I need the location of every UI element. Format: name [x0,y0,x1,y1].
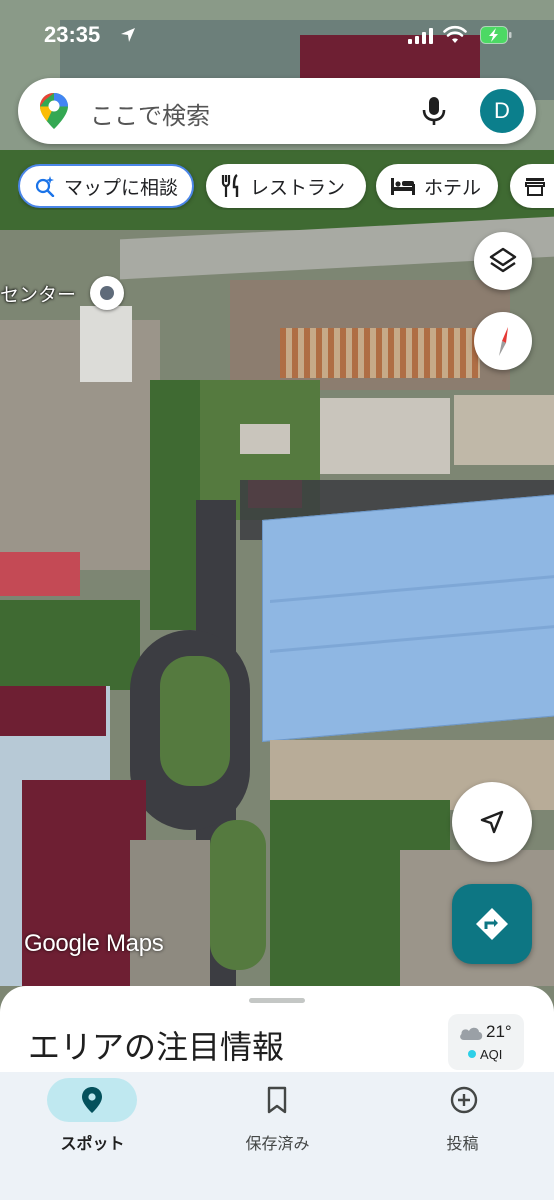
bottom-navigation: スポット 保存済み 投稿 [0,1072,554,1200]
account-avatar[interactable]: D [480,89,524,133]
directions-icon [476,908,508,940]
nav-label: 投稿 [446,1134,479,1153]
battery-charging-icon [480,26,512,44]
location-arrow-icon [121,28,135,42]
chip-label: ホテル [424,176,482,199]
sheet-title: エリアの注目情報 [28,1028,285,1066]
google-maps-logo: Google Maps [24,930,164,957]
google-maps-pin-icon [40,93,68,129]
compass-button[interactable] [474,312,532,370]
nav-label: 保存済み [245,1134,310,1153]
sheet-drag-handle[interactable] [249,998,305,1003]
chip-label: マップに相談 [64,176,179,199]
place-label[interactable]: センター [0,280,76,307]
wifi-icon [443,25,467,43]
cellular-signal-icon [408,28,433,44]
chip-more[interactable] [510,164,554,208]
bed-icon [391,178,415,195]
search-input[interactable]: ここで検索 [90,96,210,131]
chip-label: レストラン [250,176,346,199]
status-bar: 23:35 [0,0,554,72]
bookmark-icon [267,1086,287,1114]
my-location-button[interactable] [452,782,532,862]
layers-icon [489,247,517,273]
chip-hotels[interactable]: ホテル [376,164,498,208]
weather-temperature: 21° [486,1022,512,1041]
place-marker-icon[interactable] [90,276,124,310]
layers-button[interactable] [474,232,532,290]
search-bar[interactable]: ここで検索 D [18,78,536,144]
nav-saved[interactable]: 保存済み [185,1072,370,1200]
nav-contribute[interactable]: 投稿 [370,1072,554,1200]
weather-widget[interactable]: 21° AQI [448,1014,524,1070]
microphone-icon[interactable] [420,95,448,127]
aqi-label: AQI [480,1047,503,1062]
directions-button[interactable] [452,884,532,964]
cloud-icon [460,1027,483,1040]
navigation-arrow-icon [480,810,504,834]
clock: 23:35 [44,22,101,47]
category-chips: マップに相談 レストラン ホテル [18,164,554,210]
pin-icon [82,1087,102,1113]
nav-explore[interactable]: スポット [0,1072,185,1200]
add-circle-icon [450,1086,478,1114]
chip-restaurants[interactable]: レストラン [206,164,366,208]
chip-ask-maps[interactable]: マップに相談 [18,164,194,208]
store-icon [525,178,545,196]
fork-knife-icon [221,174,239,197]
compass-icon [499,327,508,356]
nav-label: スポット [60,1134,125,1153]
sparkle-search-icon [35,176,55,197]
aqi-indicator [468,1050,476,1058]
